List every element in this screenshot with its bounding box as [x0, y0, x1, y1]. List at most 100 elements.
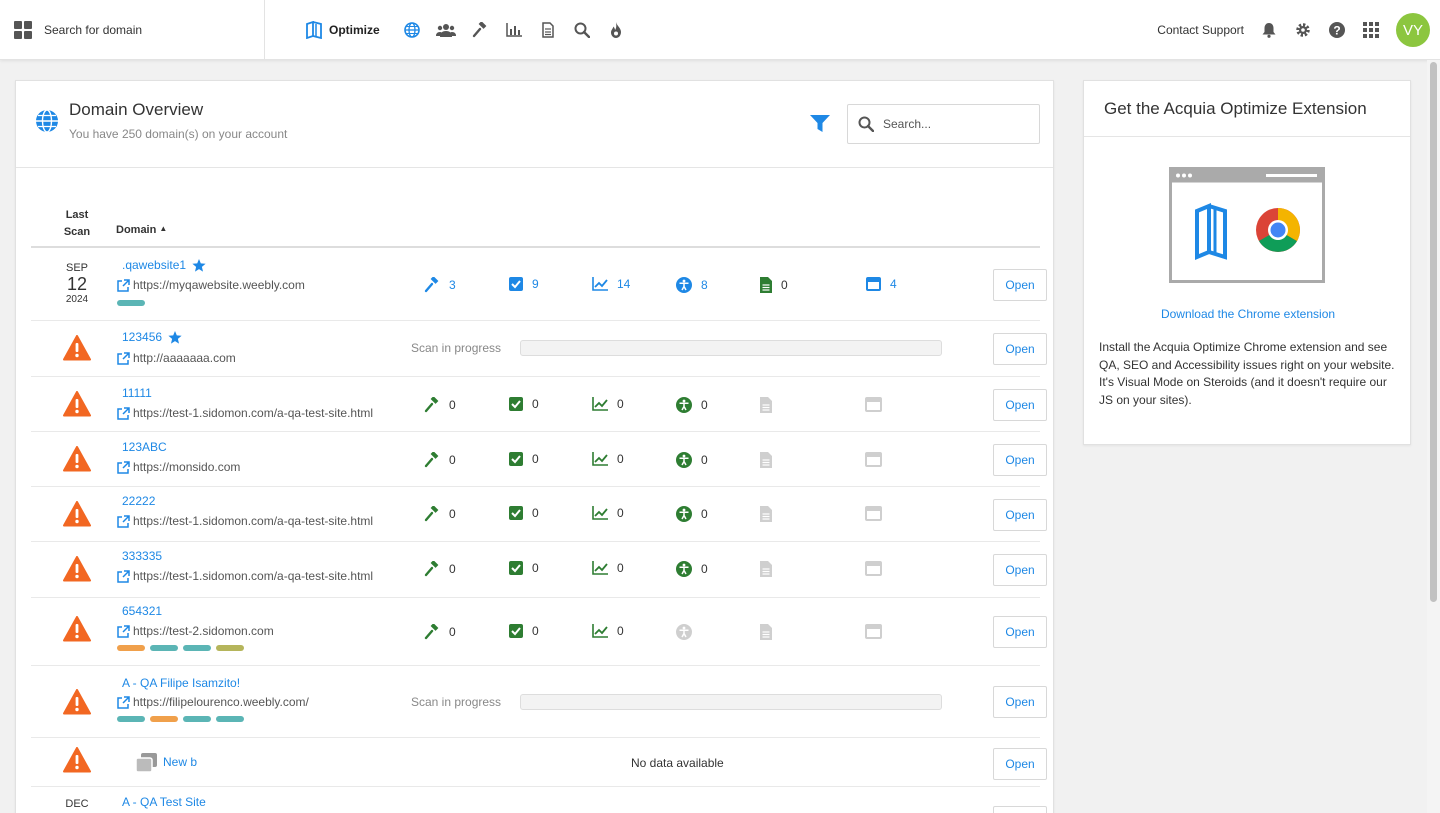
seo-metric[interactable]: 0 [592, 561, 624, 575]
qa-metric[interactable]: 0 [424, 506, 456, 522]
accessibility-count: 0 [701, 453, 708, 467]
browser-window-icon [865, 506, 882, 521]
contact-support-link[interactable]: Contact Support [1157, 23, 1244, 37]
policy-metric[interactable]: 0 [509, 624, 539, 638]
open-button[interactable]: Open [993, 554, 1047, 586]
accessibility-metric[interactable]: 0 [676, 397, 708, 413]
seo-count: 0 [617, 397, 624, 411]
policy-metric[interactable]: 9 [509, 277, 539, 291]
policy-metric[interactable]: 0 [509, 561, 539, 575]
qa-count: 0 [449, 507, 456, 521]
domain-url[interactable]: https://filipelourenco.weebly.com/ [117, 695, 309, 709]
open-button[interactable]: Open [993, 616, 1047, 648]
qa-count: 0 [449, 562, 456, 576]
trend-chart-icon [592, 277, 608, 291]
search-input[interactable] [883, 117, 1023, 131]
user-avatar[interactable]: VY [1396, 13, 1430, 47]
accessibility-metric[interactable]: 0 [676, 506, 708, 522]
domain-tags [117, 645, 249, 651]
accessibility-icon [676, 397, 692, 413]
open-button[interactable]: Open [993, 806, 1047, 813]
bar-chart-icon[interactable] [504, 20, 524, 40]
domain-name[interactable]: 123ABC [122, 440, 167, 454]
gavel-icon [424, 397, 439, 413]
domain-url-label: https://test-1.sidomon.com/a-qa-test-sit… [133, 514, 374, 528]
open-button[interactable]: Open [993, 686, 1047, 718]
qa-metric[interactable]: 0 [424, 397, 456, 413]
table-row: 333335 https://test-1.sidomon.com/a-qa-t… [31, 543, 1047, 598]
document-icon[interactable] [538, 20, 558, 40]
star-icon[interactable] [168, 330, 182, 344]
accessibility-metric[interactable]: 0 [676, 452, 708, 468]
domain-name-label: 333335 [122, 549, 163, 563]
open-button[interactable]: Open [993, 269, 1047, 301]
accessibility-count: 0 [701, 507, 708, 521]
domain-url[interactable]: https://test-1.sidomon.com/a-qa-test-sit… [117, 569, 373, 583]
page-scrollbar[interactable] [1427, 60, 1440, 813]
policy-metric[interactable]: 0 [509, 506, 539, 520]
help-icon[interactable]: ? [1328, 21, 1346, 39]
download-extension-link[interactable]: Download the Chrome extension [1084, 307, 1412, 321]
accessibility-metric[interactable]: 0 [676, 561, 708, 577]
qa-metric[interactable]: 0 [424, 452, 456, 468]
policy-metric[interactable]: 0 [509, 452, 539, 466]
domain-name[interactable]: 333335 [122, 549, 162, 563]
col-last-scan[interactable]: Last Scan [51, 207, 103, 241]
open-button[interactable]: Open [993, 444, 1047, 476]
domain-url[interactable]: https://myqawebsite.weebly.com [117, 278, 305, 292]
table-header: Last Scan Domain ▲ [31, 201, 1040, 248]
col-domain[interactable]: Domain ▲ [116, 224, 167, 236]
bell-icon[interactable] [1260, 21, 1278, 39]
domain-name[interactable]: 654321 [122, 604, 162, 618]
browser-window-icon [866, 277, 881, 291]
fire-icon[interactable] [606, 20, 626, 40]
search-icon[interactable] [572, 20, 592, 40]
domain-name[interactable]: A - QA Test Site [122, 795, 206, 809]
external-link-icon [117, 406, 130, 420]
domain-name[interactable]: 22222 [122, 494, 155, 508]
policy-metric[interactable]: 0 [509, 397, 539, 411]
star-icon[interactable] [192, 258, 206, 272]
scrollbar-thumb[interactable] [1430, 62, 1437, 602]
domain-url-label: https://monsido.com [133, 460, 241, 474]
globe-icon[interactable] [402, 20, 422, 40]
domain-url[interactable]: https://test-2.sidomon.com [117, 624, 274, 638]
table-row: 654321 https://test-2.sidomon.com 0 0 0 … [31, 599, 1047, 666]
accessibility-icon [676, 452, 692, 468]
qa-metric[interactable]: 0 [424, 561, 456, 577]
accessibility-metric[interactable]: 8 [676, 277, 708, 293]
qa-metric[interactable]: 3 [424, 277, 456, 293]
domain-search-label: Search for domain [44, 23, 143, 37]
domain-name[interactable]: New b [163, 755, 197, 769]
domain-name[interactable]: 11111 [122, 386, 152, 400]
filter-icon[interactable] [810, 115, 830, 133]
domain-name[interactable]: A - QA Filipe Isamzito! [122, 676, 240, 690]
gavel-icon[interactable] [470, 20, 490, 40]
domain-search-trigger[interactable]: Search for domain [0, 0, 265, 60]
seo-metric[interactable]: 14 [592, 277, 630, 291]
optimize-brand[interactable]: Optimize [306, 21, 380, 39]
open-button[interactable]: Open [993, 748, 1047, 780]
seo-metric[interactable]: 0 [592, 397, 624, 411]
documents-metric[interactable]: 0 [760, 277, 788, 293]
open-button[interactable]: Open [993, 333, 1047, 365]
domain-url[interactable]: https://test-1.sidomon.com/a-qa-test-sit… [117, 514, 373, 528]
domain-url[interactable]: https://test-1.sidomon.com/a-qa-test-sit… [117, 406, 373, 420]
open-button[interactable]: Open [993, 389, 1047, 421]
seo-metric[interactable]: 0 [592, 624, 624, 638]
domain-url-label: http://aaaaaaa.com [133, 351, 236, 365]
open-button[interactable]: Open [993, 499, 1047, 531]
users-icon[interactable] [435, 20, 456, 40]
domain-url[interactable]: http://aaaaaaa.com [117, 351, 236, 365]
domain-search-field[interactable] [847, 104, 1040, 144]
table-row: 123456 http://aaaaaaa.com Scan in progre… [31, 322, 1047, 377]
domain-url[interactable]: https://monsido.com [117, 460, 240, 474]
seo-metric[interactable]: 0 [592, 506, 624, 520]
seo-metric[interactable]: 0 [592, 452, 624, 466]
qa-metric[interactable]: 0 [424, 624, 456, 640]
extension-metric[interactable]: 4 [866, 277, 897, 291]
gear-icon[interactable] [1294, 21, 1312, 39]
domain-name[interactable]: 123456 [122, 330, 182, 344]
domain-name[interactable]: .qawebsite1 [122, 258, 206, 272]
apps-icon[interactable] [1362, 21, 1380, 39]
